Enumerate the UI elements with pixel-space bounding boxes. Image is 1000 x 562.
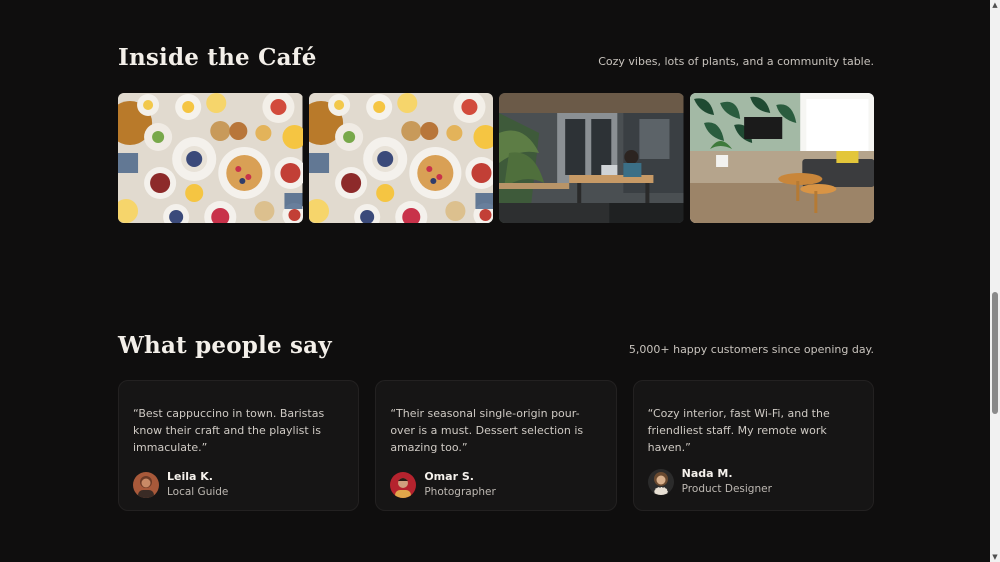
cafe-workspace-photo-icon bbox=[499, 93, 684, 223]
gallery-subtitle: Cozy vibes, lots of plants, and a commun… bbox=[598, 55, 874, 68]
page: Inside the Café Cozy vibes, lots of plan… bbox=[0, 0, 990, 562]
avatar-leila bbox=[133, 471, 159, 498]
vertical-scrollbar[interactable]: ▲ ▼ bbox=[990, 0, 1000, 562]
avatar-nada bbox=[647, 468, 674, 495]
testimonial-card: “Best cappuccino in town. Baristas know … bbox=[118, 380, 360, 511]
gallery-header: Inside the Café Cozy vibes, lots of plan… bbox=[118, 44, 874, 71]
author-name: Nada M. bbox=[681, 467, 733, 480]
scrollbar-thumb[interactable] bbox=[992, 292, 998, 414]
photo-gallery bbox=[118, 93, 874, 223]
testimonial-author: Nada M. Product Designer bbox=[647, 466, 859, 497]
gallery-photo-brunch-1[interactable] bbox=[118, 93, 303, 223]
gallery-photo-lounge[interactable] bbox=[689, 93, 874, 223]
brunch-table-photo-icon bbox=[308, 93, 493, 223]
lounge-interior-photo-icon bbox=[689, 93, 874, 223]
testimonial-card: “Their seasonal single-origin pour-over … bbox=[375, 380, 617, 511]
testimonial-quote: “Their seasonal single-origin pour-over … bbox=[390, 407, 584, 454]
author-name: Omar S. bbox=[424, 470, 474, 483]
scroll-up-arrow-icon[interactable]: ▲ bbox=[990, 0, 1000, 10]
testimonial-quote: “Cozy interior, fast Wi-Fi, and the frie… bbox=[647, 407, 830, 454]
author-name: Leila K. bbox=[167, 470, 213, 483]
gallery-title: Inside the Café bbox=[118, 44, 317, 71]
scroll-down-arrow-icon[interactable]: ▼ bbox=[990, 552, 1000, 562]
gallery-photo-brunch-2[interactable] bbox=[308, 93, 493, 223]
brunch-table-photo-icon bbox=[118, 93, 303, 223]
testimonial-card: “Cozy interior, fast Wi-Fi, and the frie… bbox=[632, 380, 874, 511]
testimonial-quote: “Best cappuccino in town. Baristas know … bbox=[133, 407, 325, 454]
testimonial-author: Omar S. Photographer bbox=[390, 469, 601, 500]
testimonials-header: What people say 5,000+ happy customers s… bbox=[118, 332, 874, 359]
testimonials-title: What people say bbox=[118, 332, 332, 359]
author-role: Product Designer bbox=[681, 483, 772, 495]
testimonial-list: “Best cappuccino in town. Baristas know … bbox=[118, 380, 874, 511]
author-role: Local Guide bbox=[167, 486, 229, 498]
avatar-omar bbox=[390, 471, 417, 498]
testimonials-subtitle: 5,000+ happy customers since opening day… bbox=[628, 343, 874, 356]
author-role: Photographer bbox=[424, 486, 496, 498]
testimonial-author: Leila K. Local Guide bbox=[133, 469, 344, 500]
gallery-photo-workspace[interactable] bbox=[499, 93, 684, 223]
